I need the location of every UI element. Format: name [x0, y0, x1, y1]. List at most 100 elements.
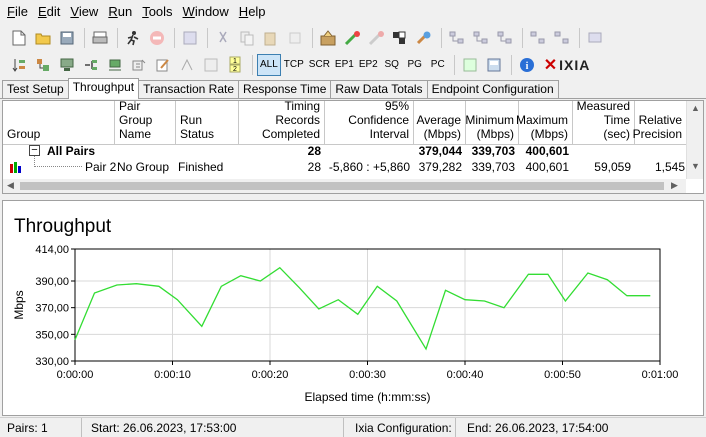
menu-view[interactable]: View	[67, 0, 105, 24]
tree-line	[34, 156, 82, 167]
filter-sq-button[interactable]: SQ	[381, 54, 403, 76]
add-pair-icon[interactable]	[341, 27, 363, 49]
tab-endpoint-configuration[interactable]: Endpoint Configuration	[426, 80, 559, 98]
column-header-relative-precision[interactable]: Relative Precision	[633, 101, 687, 145]
menu-help[interactable]: Help	[236, 0, 273, 24]
scroll-up-icon[interactable]: ▲	[691, 103, 700, 113]
network-icon-6[interactable]	[584, 27, 606, 49]
edit-pair-icon[interactable]	[365, 27, 387, 49]
refresh-icon[interactable]	[179, 27, 201, 49]
vertical-scrollbar[interactable]: ▲ ▼	[686, 101, 703, 179]
menu-run[interactable]: Run	[105, 0, 139, 24]
format-icon[interactable]	[176, 54, 198, 76]
status-bar: Pairs: 1 Start: 26.06.2023, 17:53:00 Ixi…	[0, 417, 706, 437]
collapse-toggle[interactable]: −	[29, 145, 40, 156]
tab-response-time[interactable]: Response Time	[238, 80, 332, 98]
export-icon[interactable]	[483, 54, 505, 76]
column-header-maximum[interactable]: Maximum (Mbps)	[516, 101, 573, 145]
print-icon[interactable]	[89, 27, 111, 49]
y-axis-label: Mbps	[12, 290, 26, 319]
stop-icon[interactable]	[146, 27, 168, 49]
tab-test-setup[interactable]: Test Setup	[2, 80, 69, 98]
filter-scr-button[interactable]: SCR	[307, 54, 332, 76]
filter-pg-button[interactable]: PG	[404, 54, 426, 76]
pair-wizard-icon[interactable]	[317, 27, 339, 49]
filter-icon[interactable]	[32, 54, 54, 76]
ixia-logo: ✕ IXIA	[543, 56, 591, 74]
throughput-series-line	[74, 266, 651, 351]
column-header-measured-time[interactable]: Measured Time (sec)	[573, 99, 635, 145]
pair-group-name: No Group	[117, 160, 170, 174]
y-tick-label: 414,00	[35, 244, 69, 256]
menu-window[interactable]: Window	[180, 0, 236, 24]
menu-edit[interactable]: Edit	[35, 0, 67, 24]
column-header-pair-group-name[interactable]: Pair Group Name	[115, 99, 176, 145]
x-tick-label: 0:00:00	[57, 369, 94, 381]
network-icon-2[interactable]	[470, 27, 492, 49]
multicast-icon[interactable]	[389, 27, 411, 49]
pair-chart-icon	[10, 162, 22, 176]
tab-throughput[interactable]: Throughput	[67, 78, 140, 99]
secondary-toolbar: 12 ALL TCP SCR EP1 EP2 SQ PG PC i ✕ IXIA	[0, 51, 706, 78]
column-header-timing-records[interactable]: Timing Records Completed	[239, 99, 325, 145]
x-axis-label: Elapsed time (h:mm:ss)	[304, 390, 430, 404]
graph-icon[interactable]	[200, 54, 222, 76]
status-end: End: 26.06.2023, 17:54:00	[467, 421, 609, 435]
endpoint-icon[interactable]	[56, 54, 78, 76]
column-header-confidence[interactable]: 95% Confidence Interval	[325, 99, 414, 145]
network-icon-4[interactable]	[527, 27, 549, 49]
pair-maximum: 400,601	[525, 160, 569, 174]
filter-all-button[interactable]: ALL	[257, 53, 281, 76]
y-tick-label: 390,00	[35, 276, 69, 288]
pair-name[interactable]: Pair 2	[85, 160, 116, 174]
all-pairs-timing-records: 28	[307, 144, 321, 158]
paste-icon[interactable]	[260, 27, 282, 49]
script-icon[interactable]	[128, 54, 150, 76]
report-icon[interactable]	[459, 54, 481, 76]
save-icon[interactable]	[56, 27, 78, 49]
open-folder-icon[interactable]	[32, 27, 54, 49]
filter-ep1-button[interactable]: EP1	[333, 54, 356, 76]
connect-icon[interactable]	[104, 54, 126, 76]
link-icon[interactable]	[80, 54, 102, 76]
chart-pane: Throughput 330,00 350,00 370,00 390,00 414,0…	[2, 200, 704, 416]
scroll-down-icon[interactable]: ▼	[691, 161, 700, 171]
scroll-left-icon[interactable]: ◀	[7, 180, 14, 191]
tab-transaction-rate[interactable]: Transaction Rate	[138, 80, 240, 98]
info-icon[interactable]: i	[516, 54, 538, 76]
tab-raw-data-totals[interactable]: Raw Data Totals	[330, 80, 428, 98]
cut-icon[interactable]	[212, 27, 234, 49]
scroll-right-icon[interactable]: ▶	[671, 180, 678, 191]
filter-pc-button[interactable]: PC	[427, 54, 449, 76]
delete-icon[interactable]	[284, 27, 306, 49]
all-pairs-maximum: 400,601	[525, 144, 569, 158]
copy-icon[interactable]	[236, 27, 258, 49]
pair-average: 379,282	[418, 160, 462, 174]
network-icon-3[interactable]	[494, 27, 516, 49]
network-icon-5[interactable]	[551, 27, 573, 49]
x-tick-label: 0:00:10	[154, 369, 191, 381]
group-icon[interactable]	[413, 27, 435, 49]
network-icon-1[interactable]	[446, 27, 468, 49]
status-start: Start: 26.06.2023, 17:53:00	[88, 418, 344, 437]
menu-tools[interactable]: Tools	[139, 0, 179, 24]
new-file-icon[interactable]	[8, 27, 30, 49]
filter-ep2-button[interactable]: EP2	[357, 54, 380, 76]
y-tick-label: 350,00	[35, 329, 69, 341]
filter-tcp-button[interactable]: TCP	[282, 54, 306, 76]
svg-text:2: 2	[233, 66, 237, 73]
pair-run-status: Finished	[178, 160, 224, 174]
sort-icon[interactable]	[8, 54, 30, 76]
column-header-average[interactable]: Average (Mbps)	[414, 101, 466, 145]
column-header-run-status[interactable]: Run Status	[176, 101, 239, 145]
horizontal-scroll-thumb[interactable]	[20, 182, 664, 190]
ordered-icon[interactable]: 12	[224, 54, 246, 76]
menu-file[interactable]: File	[4, 0, 35, 24]
column-header-minimum[interactable]: Minimum (Mbps)	[465, 101, 519, 145]
pair-relative-precision: 1,545	[654, 160, 685, 174]
column-header-group[interactable]: Group	[3, 101, 115, 145]
horizontal-scrollbar[interactable]: ◀ ▶	[3, 179, 686, 193]
svg-text:i: i	[525, 61, 528, 72]
edit-script-icon[interactable]	[152, 54, 174, 76]
run-icon[interactable]	[122, 27, 144, 49]
